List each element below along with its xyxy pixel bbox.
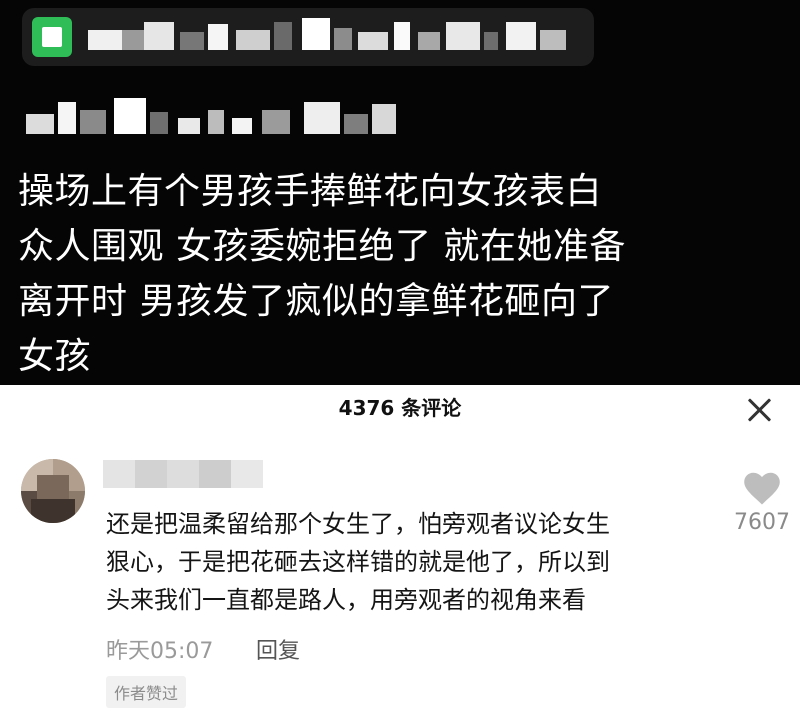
video-post-area[interactable]: 操场上有个男孩手捧鲜花向女孩表白 众人围观 女孩委婉拒绝了 就在她准备 离开时 … [0, 0, 800, 385]
comment-text-line: 还是把温柔留给那个女生了，怕旁观者议论女生 [106, 510, 610, 538]
like-button[interactable]: 7607 [727, 468, 797, 540]
post-caption-line: 众人围观 女孩委婉拒绝了 就在她准备 [18, 226, 626, 267]
redacted-post-title [22, 96, 402, 136]
post-caption-line: 操场上有个男孩手捧鲜花向女孩表白 [18, 171, 603, 212]
like-count: 7607 [734, 510, 790, 535]
post-caption-line: 女孩 [18, 336, 92, 377]
comment-text: 还是把温柔留给那个女生了，怕旁观者议论女生 狠心，于是把花砸去这样错的就是他了，… [106, 505, 716, 619]
author-liked-badge: 作者赞过 [106, 676, 187, 708]
heart-icon [744, 472, 780, 505]
account-header-pill[interactable] [22, 8, 594, 66]
redacted-username[interactable] [103, 460, 263, 488]
comment-text-line: 狠心，于是把花砸去这样错的就是他了，所以到 [106, 548, 610, 576]
comment-text-line: 头来我们一直都是路人，用旁观者的视角来看 [106, 586, 586, 614]
comment-count-title: 4376 条评论 [338, 396, 462, 420]
comments-sheet-header: 4376 条评论 [0, 385, 800, 433]
app-logo-icon [32, 17, 72, 57]
reply-button[interactable]: 回复 [256, 633, 300, 665]
post-caption-line: 离开时 男孩发了疯似的拿鲜花砸向了 [18, 281, 614, 322]
avatar[interactable] [21, 459, 85, 523]
post-caption: 操场上有个男孩手捧鲜花向女孩表白 众人围观 女孩委婉拒绝了 就在她准备 离开时 … [18, 164, 698, 384]
close-icon[interactable] [740, 391, 778, 429]
redacted-account-name [88, 18, 578, 58]
comment-timestamp: 昨天05:07 [106, 639, 214, 664]
